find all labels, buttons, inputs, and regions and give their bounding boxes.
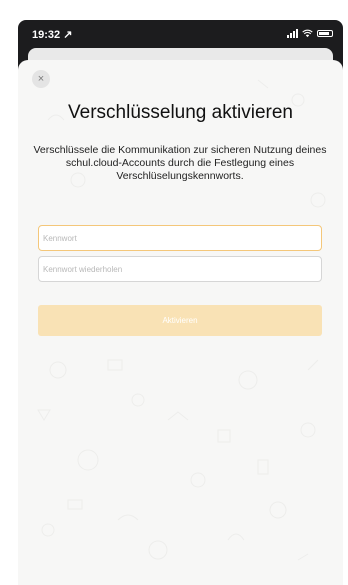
password-repeat-input[interactable]	[38, 256, 322, 282]
modal-description: Verschlüssele die Kommunikation zur sich…	[33, 144, 327, 182]
close-button[interactable]: ×	[32, 70, 50, 88]
close-icon: ×	[37, 73, 45, 85]
battery-icon	[317, 30, 333, 37]
status-bar: 19:32 ↗	[18, 20, 343, 50]
status-icons	[287, 29, 333, 38]
signal-icon	[287, 29, 298, 38]
wifi-icon	[302, 29, 313, 38]
encryption-modal-sheet: × Verschlüsselung aktivieren Verschlüsse…	[18, 60, 343, 585]
phone-screen: 19:32 ↗ × Verschlüsselung aktivieren Ver…	[18, 20, 343, 585]
activate-button[interactable]: Aktivieren	[38, 305, 322, 336]
modal-title: Verschlüsselung aktivieren	[68, 102, 293, 123]
status-time: 19:32 ↗	[32, 29, 73, 41]
password-input[interactable]	[38, 225, 322, 251]
